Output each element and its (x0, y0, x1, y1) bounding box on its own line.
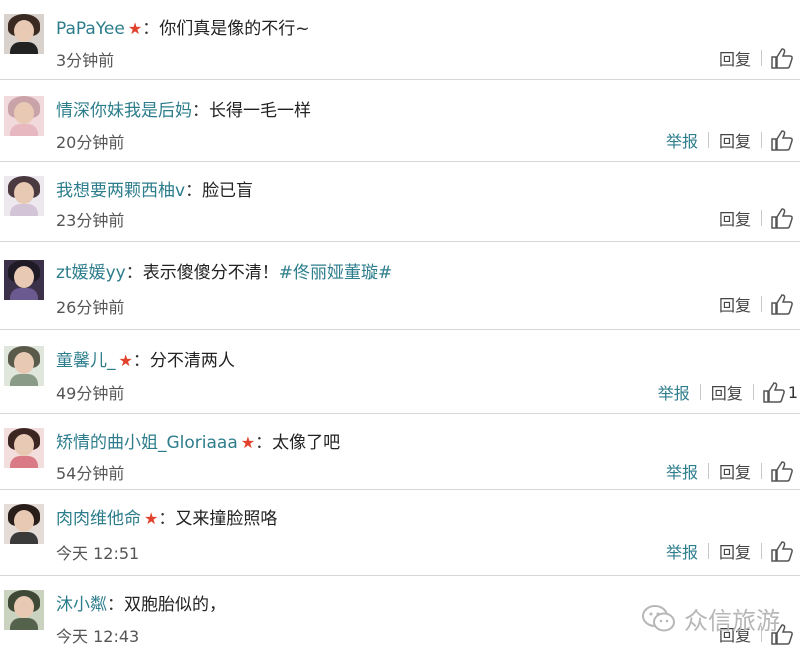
comment-item: 童馨儿_ ★：分不清两人 49分钟前 举报 回复 1 (0, 330, 800, 414)
avatar[interactable] (4, 176, 44, 216)
action-divider (761, 50, 762, 66)
comment-time: 49分钟前 (56, 384, 125, 403)
comment-actions: 回复 (709, 46, 794, 70)
username-link[interactable]: 童馨儿_ (56, 351, 116, 371)
reply-button[interactable]: 回复 (709, 292, 761, 316)
comment-time: 26分钟前 (56, 298, 125, 317)
report-button[interactable]: 举报 (656, 459, 708, 483)
reply-button[interactable]: 回复 (701, 380, 753, 404)
action-divider (752, 384, 754, 400)
reply-button[interactable]: 回复 (709, 46, 761, 70)
comment-item: PaPaYee ★：你们真是像的不行~ 3分钟前 回复 (0, 0, 800, 80)
comment-text: 表示傻傻分不清！ (142, 263, 279, 283)
star-badge-icon: ★ (144, 509, 159, 528)
separator: ： (192, 101, 209, 121)
avatar[interactable] (4, 260, 44, 300)
comment-actions: 举报 回复 (656, 128, 794, 152)
username-link[interactable]: 我想要两颗西柚v (56, 181, 185, 201)
comment-actions: 举报 回复 (656, 459, 794, 483)
separator: ： (132, 351, 150, 371)
comment-line: PaPaYee ★：你们真是像的不行~ (56, 14, 309, 39)
separator: ： (107, 595, 124, 615)
star-badge-icon: ★ (240, 433, 256, 452)
comment-actions: 举报 回复 (656, 539, 794, 563)
comment-time: 今天 12:43 (56, 627, 140, 646)
comment-time: 今天 12:51 (56, 544, 140, 563)
comment-actions: 举报 回复 1 (648, 380, 798, 404)
watermark: 众信旅游 (642, 601, 780, 636)
comment-actions: 回复 (709, 206, 794, 230)
avatar[interactable] (4, 428, 44, 468)
comment-item: zt媛媛yy：表示傻傻分不清！#佟丽娅董璇# 26分钟前 回复 (0, 242, 800, 330)
hashtag-link[interactable]: #佟丽娅董璇# (279, 263, 393, 283)
reply-button[interactable]: 回复 (709, 128, 761, 152)
username-link[interactable]: 肉肉维他命 (56, 509, 141, 529)
comment-line: 童馨儿_ ★：分不清两人 (56, 346, 235, 371)
star-badge-icon: ★ (127, 19, 143, 38)
separator: ： (185, 181, 203, 201)
separator: ： (255, 433, 273, 453)
comment-line: 肉肉维他命 ★：又来撞脸照咯 (56, 504, 277, 529)
action-divider (761, 543, 762, 559)
separator: ： (125, 263, 143, 283)
username-link[interactable]: 情深你妹我是后妈 (56, 101, 192, 121)
action-divider (761, 296, 762, 312)
comment-item: 情深你妹我是后妈：长得一毛一样 20分钟前 举报 回复 (0, 80, 800, 162)
username-link[interactable]: 沐小粼 (56, 595, 107, 615)
like-thumb-icon[interactable] (770, 207, 794, 229)
comment-line: zt媛媛yy：表示傻傻分不清！#佟丽娅董璇# (56, 258, 392, 283)
comment-line: 我想要两颗西柚v：脸已盲 (56, 176, 253, 201)
comment-time: 23分钟前 (56, 211, 125, 230)
avatar[interactable] (4, 590, 44, 630)
report-button[interactable]: 举报 (656, 539, 708, 563)
separator: ： (142, 19, 160, 39)
wechat-logo-icon (642, 604, 675, 631)
comment-item: 肉肉维他命 ★：又来撞脸照咯 今天 12:51 举报 回复 (0, 490, 800, 576)
comment-line: 矫情的曲小姐_Gloriaaa ★：太像了吧 (56, 428, 340, 453)
separator: ： (158, 509, 176, 529)
comment-actions: 回复 (709, 292, 794, 316)
report-button[interactable]: 举报 (648, 380, 700, 404)
action-divider (761, 210, 762, 226)
like-thumb-icon[interactable] (762, 381, 786, 403)
like-thumb-icon[interactable] (770, 47, 794, 69)
comment-item: 我想要两颗西柚v：脸已盲 23分钟前 回复 (0, 162, 800, 242)
username-link[interactable]: zt媛媛yy (56, 263, 126, 283)
avatar[interactable] (4, 504, 44, 544)
action-divider (761, 463, 762, 479)
like-count: 1 (787, 382, 798, 402)
report-button[interactable]: 举报 (656, 128, 708, 152)
comment-text: 太像了吧 (272, 433, 341, 453)
comment-time: 20分钟前 (56, 133, 125, 152)
star-badge-icon: ★ (118, 351, 133, 370)
reply-button[interactable]: 回复 (709, 206, 761, 230)
like-thumb-icon[interactable] (770, 129, 794, 151)
like-thumb-icon[interactable] (770, 460, 794, 482)
reply-button[interactable]: 回复 (709, 459, 761, 483)
comment-text: 又来撞脸照咯 (175, 509, 278, 529)
comment-text: 分不清两人 (149, 351, 235, 371)
avatar[interactable] (4, 14, 44, 54)
comment-item: 矫情的曲小姐_Gloriaaa ★：太像了吧 54分钟前 举报 回复 (0, 414, 800, 490)
reply-button[interactable]: 回复 (709, 539, 761, 563)
comment-line: 情深你妹我是后妈：长得一毛一样 (56, 96, 311, 121)
like-thumb-icon[interactable] (770, 540, 794, 562)
like-thumb-icon[interactable] (770, 293, 794, 315)
avatar[interactable] (4, 96, 44, 136)
action-divider (761, 132, 762, 148)
comment-text: 脸已盲 (202, 181, 254, 201)
comment-text: 你们真是像的不行~ (159, 19, 310, 39)
username-link[interactable]: PaPaYee (56, 19, 125, 39)
comment-line: 沐小粼：双胞胎似的， (56, 590, 226, 615)
username-link[interactable]: 矫情的曲小姐_Gloriaaa (56, 433, 238, 453)
watermark-text: 众信旅游 (684, 607, 780, 635)
comment-time: 3分钟前 (56, 51, 115, 70)
avatar[interactable] (4, 346, 44, 386)
comment-text: 双胞胎似的， (124, 595, 226, 615)
comment-text: 长得一毛一样 (209, 101, 311, 121)
comment-time: 54分钟前 (56, 464, 125, 483)
